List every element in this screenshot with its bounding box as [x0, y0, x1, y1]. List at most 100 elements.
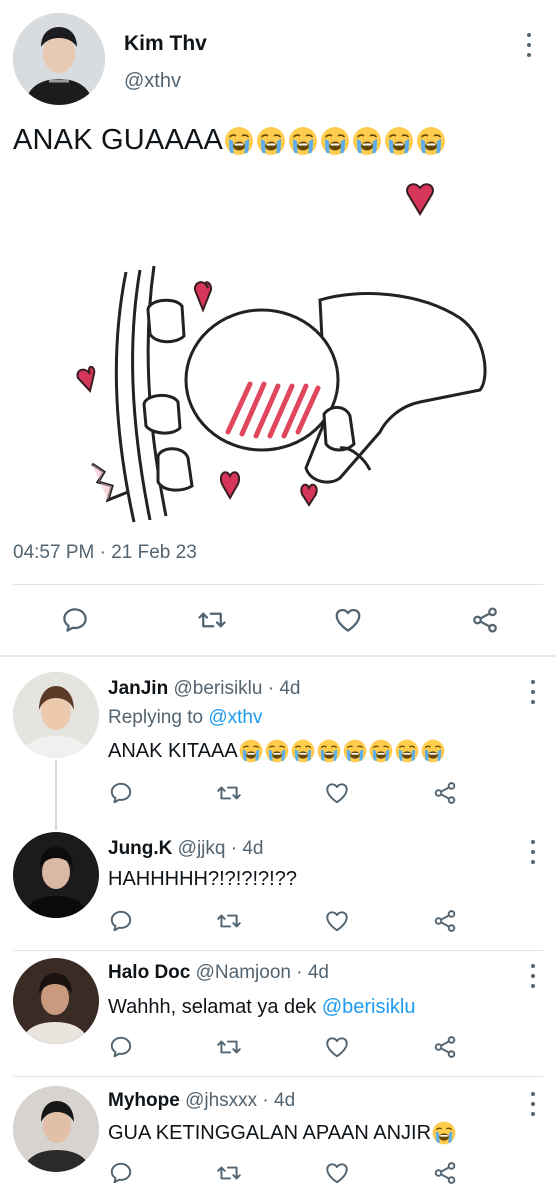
reply-handle[interactable]: @jjkq [178, 838, 226, 859]
loudly-crying-face-emoji-icon [432, 1120, 457, 1146]
heart-icon[interactable] [324, 780, 350, 806]
share-icon[interactable] [432, 1034, 458, 1060]
reply-handle[interactable]: @berisiklu [173, 678, 262, 699]
reply-name[interactable]: JanJin [108, 678, 168, 699]
blushing-cartoon-sticker-icon [76, 183, 487, 523]
share-icon[interactable] [432, 908, 458, 934]
reply-avatar[interactable] [13, 832, 99, 918]
reply-icon[interactable] [108, 1160, 134, 1186]
share-icon[interactable] [432, 1160, 458, 1186]
replying-label: Replying to [108, 707, 204, 728]
loudly-crying-face-emoji-icon [288, 125, 318, 156]
heart-icon[interactable] [324, 1034, 350, 1060]
reply-text-content: ANAK KITAAA [108, 739, 238, 762]
reply-actions [108, 906, 458, 936]
reply-mention[interactable]: @berisiklu [322, 996, 416, 1019]
heart-icon[interactable] [324, 1160, 350, 1186]
retweet-icon[interactable] [216, 908, 242, 934]
reply-text-content: Wahhh, selamat ya dek [108, 996, 317, 1018]
loudly-crying-face-emoji-icon [352, 125, 382, 156]
loudly-crying-face-emoji-icon [264, 738, 289, 764]
reply-avatar[interactable] [13, 1086, 99, 1172]
reply-name[interactable]: Halo Doc [108, 962, 190, 983]
emoji-row [223, 125, 447, 157]
reply-avatar[interactable] [13, 958, 99, 1044]
loudly-crying-face-emoji-icon [224, 125, 254, 156]
loudly-crying-face-emoji-icon [420, 738, 445, 764]
tweet-actions [60, 600, 500, 640]
loudly-crying-face-emoji-icon [320, 125, 350, 156]
reply-text: Wahhh, selamat ya dek @berisiklu [108, 996, 416, 1019]
share-icon[interactable] [432, 780, 458, 806]
reply-header: Jung.K @jjkq · 4d [108, 838, 264, 860]
tweet-text: ANAK GUAAAA [13, 124, 447, 157]
reply-text: HAHHHHH?!?!?!?!?? [108, 868, 297, 891]
retweet-icon[interactable] [216, 780, 242, 806]
thread-line [55, 760, 57, 830]
reply-text: GUA KETINGGALAN APAAN ANJIR [108, 1120, 457, 1146]
reply-text-content: HAHHHHH?!?!?!?!?? [108, 868, 297, 890]
emoji-row [431, 1120, 457, 1146]
divider [13, 584, 543, 585]
loudly-crying-face-emoji-icon [342, 738, 367, 764]
retweet-icon[interactable] [216, 1160, 242, 1186]
tweet-text-content: ANAK GUAAAA [13, 124, 224, 156]
separator-dot: · [296, 962, 303, 983]
share-icon[interactable] [470, 605, 500, 635]
reply-name[interactable]: Myhope [108, 1090, 180, 1111]
reply-actions [108, 1032, 458, 1062]
reply-time[interactable]: 4d [242, 838, 263, 859]
more-vertical-icon[interactable] [530, 680, 536, 704]
replying-to: Replying to @xthv [108, 707, 262, 729]
separator-dot: · [262, 1090, 269, 1111]
emoji-row [238, 738, 446, 764]
replying-mention[interactable]: @xthv [208, 707, 262, 728]
reply-handle[interactable]: @jhsxxx [185, 1090, 257, 1111]
author-name[interactable]: Kim Thv [124, 32, 207, 56]
loudly-crying-face-emoji-icon [290, 738, 315, 764]
reply-time[interactable]: 4d [274, 1090, 295, 1111]
reply-item[interactable]: Jung.K @jjkq · 4d HAHHHHH?!?!?!?!?? [0, 832, 555, 952]
main-tweet: Kim Thv @xthv ANAK GUAAAA 04:57 PM · 21 … [0, 0, 555, 655]
reply-avatar[interactable] [13, 672, 99, 758]
heart-icon[interactable] [324, 908, 350, 934]
divider [0, 655, 555, 657]
reply-text: ANAK KITAAA [108, 738, 446, 764]
reply-actions [108, 1158, 458, 1188]
tweet-image[interactable] [70, 162, 510, 532]
more-vertical-icon[interactable] [530, 1092, 536, 1116]
loudly-crying-face-emoji-icon [416, 125, 446, 156]
more-vertical-icon[interactable] [530, 964, 536, 988]
separator-dot: · [230, 838, 238, 859]
reply-icon[interactable] [108, 908, 134, 934]
author-avatar[interactable] [13, 13, 105, 105]
reply-handle[interactable]: @Namjoon [196, 962, 291, 983]
reply-time[interactable]: 4d [308, 962, 329, 983]
separator-dot: · [267, 678, 275, 699]
heart-icon[interactable] [333, 605, 363, 635]
loudly-crying-face-emoji-icon [368, 738, 393, 764]
reply-item[interactable]: Halo Doc @Namjoon · 4d Wahhh, selamat ya… [0, 958, 555, 1078]
reply-header: Myhope @jhsxxx · 4d [108, 1090, 295, 1112]
reply-text-content: GUA KETINGGALAN APAAN ANJIR [108, 1121, 432, 1144]
loudly-crying-face-emoji-icon [256, 125, 286, 156]
tweet-timestamp[interactable]: 04:57 PM · 21 Feb 23 [13, 542, 197, 564]
loudly-crying-face-emoji-icon [384, 125, 414, 156]
reply-item[interactable]: JanJin @berisiklu · 4d Replying to @xthv… [0, 672, 555, 822]
retweet-icon[interactable] [197, 605, 227, 635]
reply-actions [108, 778, 458, 808]
author-handle[interactable]: @xthv [124, 70, 181, 93]
reply-icon[interactable] [60, 605, 90, 635]
reply-icon[interactable] [108, 780, 134, 806]
loudly-crying-face-emoji-icon [394, 738, 419, 764]
reply-name[interactable]: Jung.K [108, 838, 172, 859]
reply-time[interactable]: 4d [279, 678, 300, 699]
more-vertical-icon[interactable] [530, 840, 536, 864]
divider [13, 1076, 543, 1077]
reply-header: Halo Doc @Namjoon · 4d [108, 962, 329, 984]
more-vertical-icon[interactable] [526, 33, 532, 57]
retweet-icon[interactable] [216, 1034, 242, 1060]
reply-icon[interactable] [108, 1034, 134, 1060]
divider [13, 950, 543, 951]
reply-item[interactable]: Myhope @jhsxxx · 4d GUA KETINGGALAN APAA… [0, 1086, 555, 1200]
